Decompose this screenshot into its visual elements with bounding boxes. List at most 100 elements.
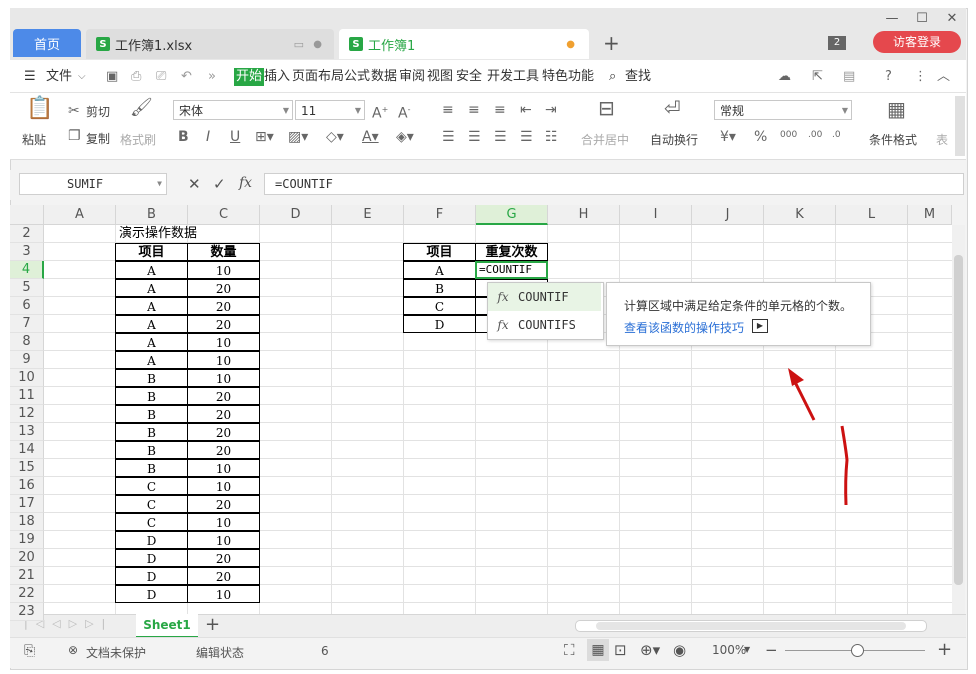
table-cell[interactable]: 20 [187,441,260,459]
table-cell[interactable]: A [115,279,188,297]
merge-icon[interactable]: ⊟ [598,98,615,118]
fill-color-icon[interactable]: ◇▾ [326,129,344,145]
menu-search[interactable]: 查找 [625,68,651,86]
table-cell[interactable]: A [115,333,188,351]
table-cell[interactable]: D [403,315,476,333]
column-header[interactable]: H [548,205,620,225]
status-icon[interactable]: ⎘ [24,643,35,659]
justify-icon[interactable]: ☰ [520,129,533,145]
thousands-icon[interactable]: 000 [780,127,797,143]
table-cell[interactable]: 10 [187,261,260,279]
hamburger-icon[interactable]: ☰ [24,68,36,86]
table-cell[interactable]: 20 [187,405,260,423]
row-header[interactable]: 22 [10,585,44,603]
monitor-icon[interactable]: ▭ [294,38,304,51]
table-style-button[interactable]: 表 [936,131,948,148]
export-icon[interactable]: ⎙ [131,68,141,86]
zoom-level[interactable]: 100% [712,643,746,657]
eye-icon[interactable]: ◉ [673,641,686,659]
autocomplete-item-countif[interactable]: fx COUNTIF [488,283,601,311]
table-cell[interactable]: 10 [187,531,260,549]
table-cell[interactable]: D [115,549,188,567]
table-cell[interactable]: A [115,315,188,333]
share-icon[interactable]: ⇱ [812,68,823,86]
format-painter-button[interactable]: 格式刷 [120,131,156,148]
currency-icon[interactable]: ¥▾ [720,129,736,145]
column-header[interactable]: F [404,205,476,225]
column-header[interactable]: E [332,205,404,225]
underline-icon[interactable]: U [230,129,240,145]
add-sheet-button[interactable]: + [205,614,220,635]
row-header[interactable]: 16 [10,477,44,495]
column-header[interactable]: G [476,205,548,225]
table-cell[interactable]: 10 [187,459,260,477]
font-color-icon[interactable]: A▾ [362,129,379,145]
menu-developer[interactable]: 开发工具 [487,68,539,86]
indent-increase-icon[interactable]: ⇥ [545,102,557,118]
table-cell[interactable]: 10 [187,477,260,495]
scissors-icon[interactable]: ✂ [68,103,80,119]
column-header[interactable]: I [620,205,692,225]
chevron-down-icon[interactable]: ▼ [744,645,750,654]
table-cell[interactable]: 10 [187,351,260,369]
align-right-icon[interactable]: ☰ [494,129,507,145]
table-cell[interactable]: C [115,477,188,495]
table-cell[interactable]: D [115,531,188,549]
window-count-badge[interactable]: 2 [828,36,846,50]
copy-button[interactable]: 复制 [86,130,110,147]
row-header[interactable]: 12 [10,405,44,423]
row-header[interactable]: 18 [10,513,44,531]
new-tab-button[interactable]: + [603,31,620,55]
select-all-corner[interactable] [10,205,44,225]
layout-icon[interactable]: ▤ [843,68,855,86]
column-header[interactable]: K [764,205,836,225]
align-center-icon[interactable]: ☰ [468,129,481,145]
page-break-icon[interactable]: ⊡ [614,641,627,659]
save-icon[interactable]: ▣ [106,68,118,86]
table-cell[interactable]: 20 [187,423,260,441]
table-cell[interactable]: C [115,495,188,513]
table-cell[interactable]: 20 [187,549,260,567]
decrease-decimal-icon[interactable]: .0 [832,127,841,143]
table-cell[interactable]: 20 [187,315,260,333]
font-size-select[interactable]: 11 ▼ [295,100,365,120]
zoom-in-icon[interactable]: + [937,639,952,660]
row-header[interactable]: 19 [10,531,44,549]
table-cell[interactable]: 10 [187,333,260,351]
zoom-slider-handle[interactable] [851,644,864,657]
menu-special[interactable]: 特色功能 [542,68,594,86]
confirm-icon[interactable]: ✓ [213,175,226,193]
table-cell[interactable]: A [115,261,188,279]
table-header-cell[interactable]: 项目 [403,243,476,261]
more-icon[interactable]: » [208,68,216,86]
wrap-text-icon[interactable]: ⏎ [664,98,681,118]
table-cell[interactable]: 20 [187,279,260,297]
vertical-scroll-thumb[interactable] [954,255,963,585]
bold-icon[interactable]: B [178,129,189,145]
table-cell[interactable]: 20 [187,297,260,315]
align-left-icon[interactable]: ☰ [442,129,455,145]
row-header[interactable]: 14 [10,441,44,459]
table-cell[interactable]: B [115,459,188,477]
print-icon[interactable]: ⎚ [156,68,166,86]
menu-file[interactable]: 文件 [46,68,72,86]
vertical-scrollbar[interactable] [952,225,965,615]
paste-icon[interactable]: 📋 [26,98,53,120]
cancel-icon[interactable]: ✕ [188,175,201,193]
table-cell[interactable]: D [115,585,188,603]
normal-view-icon[interactable]: ▦ [587,639,609,661]
row-header[interactable]: 21 [10,567,44,585]
fill-style-icon[interactable]: ▨▾ [288,129,308,145]
collapse-ribbon-icon[interactable]: ︿ [937,68,950,86]
horizontal-scrollbar[interactable] [575,620,927,632]
autocomplete-item-countifs[interactable]: fx COUNTIFS [488,311,601,339]
table-header-cell[interactable]: 重复次数 [475,243,548,261]
menu-home[interactable]: 开始 [234,68,265,86]
row-header[interactable]: 11 [10,387,44,405]
table-cell[interactable]: D [115,567,188,585]
chevron-down-icon[interactable]: ⌵ [78,68,86,86]
table-cell[interactable]: B [115,405,188,423]
row-header[interactable]: 2 [10,225,44,243]
row-header[interactable]: 6 [10,297,44,315]
table-cell[interactable]: B [115,387,188,405]
